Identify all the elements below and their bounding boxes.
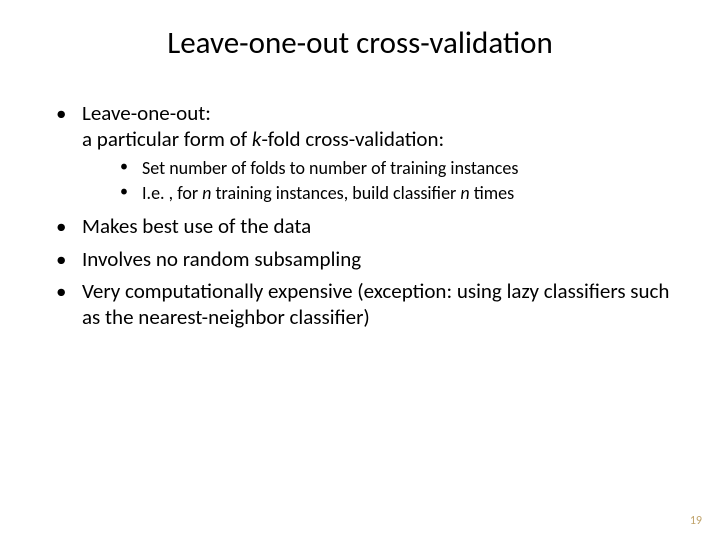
- bullet-list: Leave-one-out: a particular form of k-fo…: [0, 100, 720, 330]
- sub2-post: times: [470, 182, 514, 204]
- bullet-1-line2-pre: a particular form of: [82, 126, 252, 152]
- bullet-item-4: Very computationally expensive (exceptio…: [54, 278, 680, 331]
- sub-bullet-1-text: Set number of folds to number of trainin…: [142, 157, 518, 179]
- bullet-item-1: Leave-one-out: a particular form of k-fo…: [54, 100, 680, 205]
- bullet-1-line1: Leave-one-out:: [82, 100, 211, 126]
- sub2-mid: training instances, build classifier: [211, 182, 460, 204]
- bullet-2-text: Makes best use of the data: [82, 213, 311, 239]
- bullet-1-line2-post: -fold cross-validation:: [261, 126, 444, 152]
- bullet-item-2: Makes best use of the data: [54, 213, 680, 239]
- sub-bullet-list: Set number of folds to number of trainin…: [82, 157, 680, 206]
- bullet-item-3: Involves no random subsampling: [54, 246, 680, 272]
- slide: Leave-one-out cross-validation Leave-one…: [0, 0, 720, 540]
- page-number: 19: [690, 514, 702, 528]
- sub2-n2: n: [460, 182, 469, 204]
- bullet-4-text: Very computationally expensive (exceptio…: [82, 278, 669, 330]
- sub2-pre: I.e. , for: [142, 182, 202, 204]
- sub-bullet-1: Set number of folds to number of trainin…: [116, 157, 680, 180]
- bullet-3-text: Involves no random subsampling: [82, 246, 361, 272]
- slide-title: Leave-one-out cross-validation: [0, 0, 720, 100]
- sub-bullet-2: I.e. , for n training instances, build c…: [116, 182, 680, 205]
